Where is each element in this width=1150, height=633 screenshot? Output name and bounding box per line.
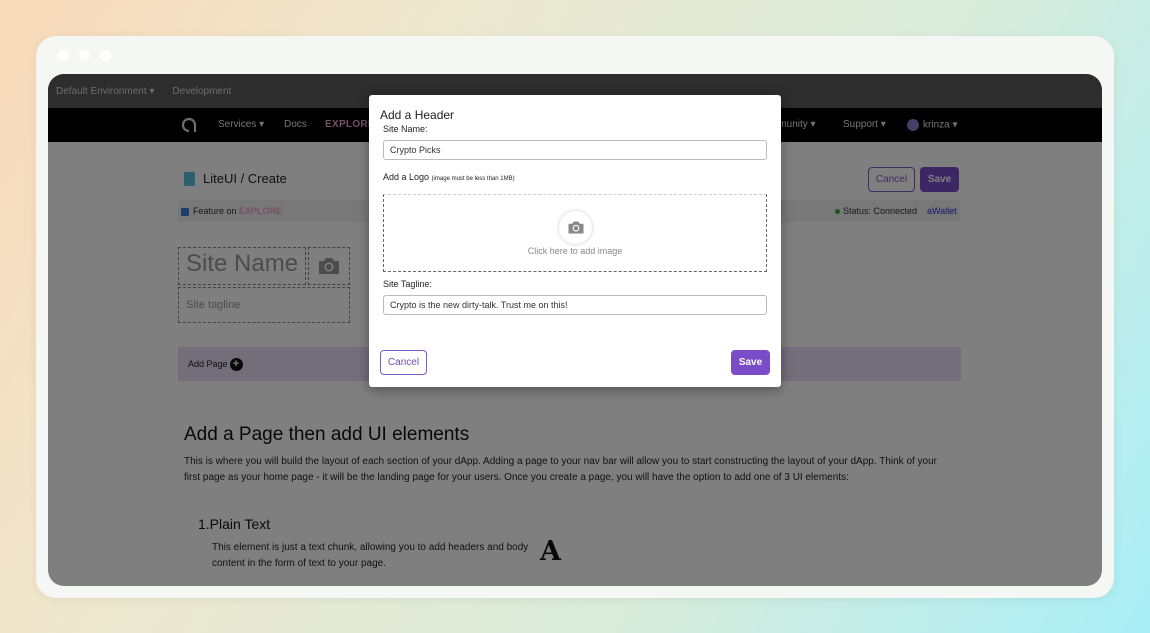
modal-cancel-button[interactable]: Cancel [380, 350, 427, 375]
modal-save-button[interactable]: Save [731, 350, 770, 375]
window-dot-close[interactable] [58, 50, 69, 61]
modal-title: Add a Header [380, 108, 455, 122]
upload-button[interactable] [559, 211, 592, 244]
site-name-label: Site Name: [383, 124, 428, 134]
site-name-input[interactable] [383, 140, 767, 160]
upload-hint: Click here to add image [527, 246, 623, 256]
tagline-label: Site Tagline: [383, 279, 432, 289]
window-dot-minimize[interactable] [79, 50, 90, 61]
add-header-modal: Add a Header Site Name: Add a Logo (imag… [369, 95, 781, 387]
logo-size-note: (image must be less than 1MB) [431, 176, 515, 182]
app-screen: Default Environment ▾ Development Servic… [48, 74, 1102, 586]
logo-label-row: Add a Logo (image must be less than 1MB) [383, 172, 515, 182]
window-controls [58, 50, 111, 61]
logo-upload-area[interactable]: Click here to add image [383, 194, 767, 272]
logo-label: Add a Logo [383, 172, 430, 182]
camera-icon [568, 221, 583, 234]
window-dot-maximize[interactable] [100, 50, 111, 61]
tagline-input[interactable] [383, 295, 767, 315]
browser-window: Default Environment ▾ Development Servic… [36, 36, 1114, 598]
